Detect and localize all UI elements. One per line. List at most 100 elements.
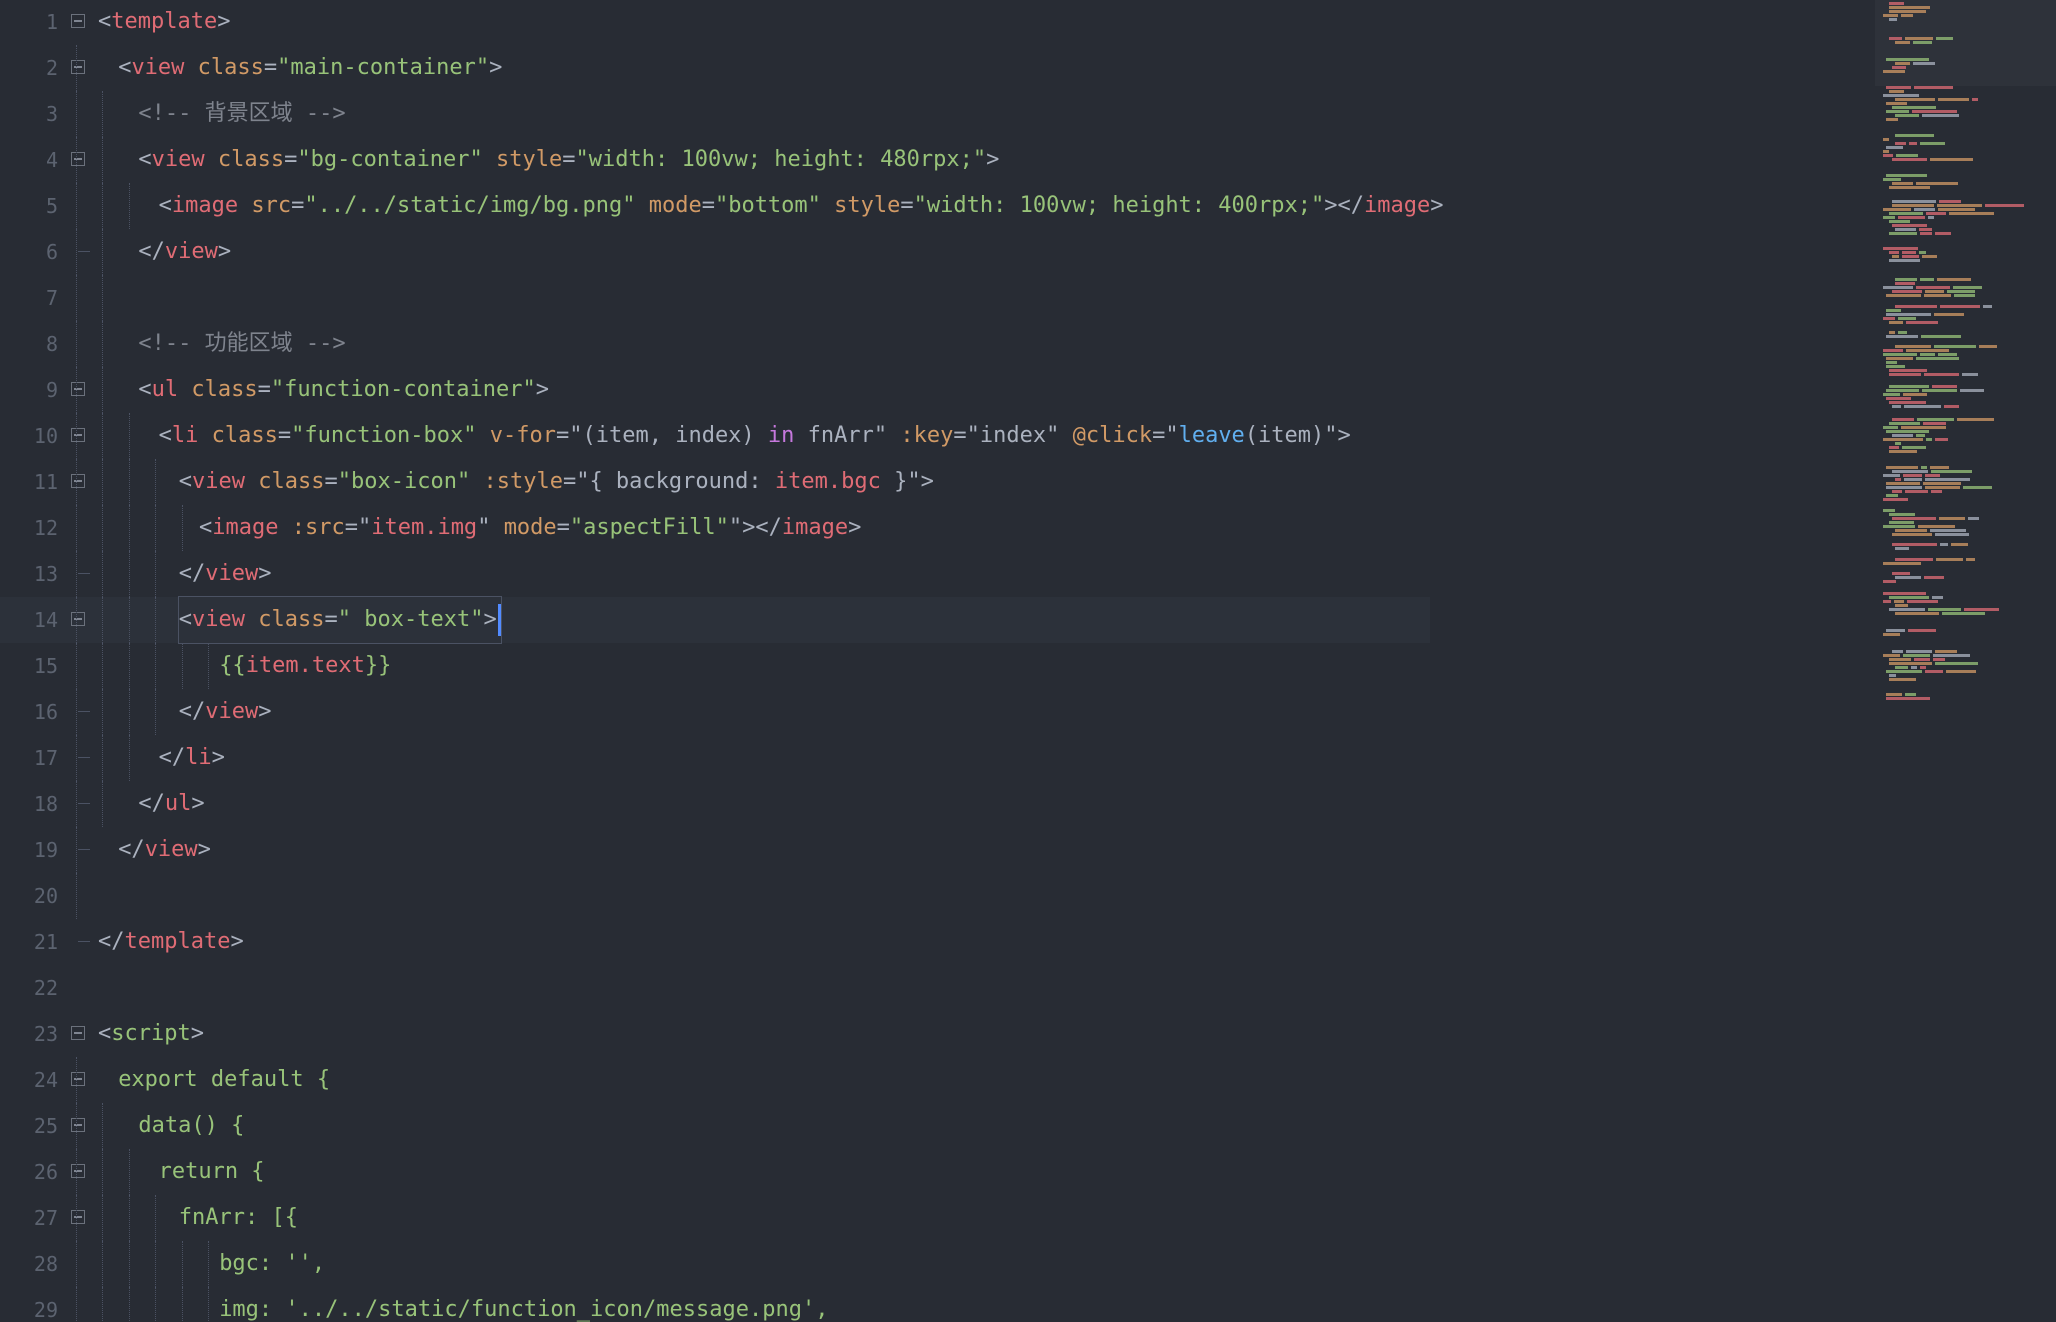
code-token: export default {: [118, 1067, 331, 1092]
code-token: =: [900, 193, 914, 218]
minimap-line: [1944, 405, 1959, 408]
line-number: 4: [45, 148, 58, 172]
line-number: 29: [33, 1298, 58, 1322]
code-token: ul: [151, 377, 179, 402]
code-line[interactable]: 22: [0, 965, 1875, 1011]
minimap-line: [1886, 313, 1931, 316]
code-token: <: [178, 469, 193, 494]
code-line[interactable]: 21 </template>: [0, 919, 1875, 965]
minimap-line: [1883, 178, 1901, 181]
minimap-line: [1892, 533, 1932, 536]
code-line[interactable]: 20: [0, 873, 1875, 919]
code-line[interactable]: 1 <template>: [0, 0, 1875, 45]
indent-guide: [208, 643, 209, 689]
code-line[interactable]: 26 return {: [0, 1149, 1875, 1195]
minimap-line: [1886, 430, 1929, 433]
code-line[interactable]: 19 </view>: [0, 827, 1875, 873]
code-token: >: [191, 791, 205, 816]
code-token: =: [257, 377, 271, 402]
fold-toggle-icon[interactable]: [71, 382, 85, 396]
fold-toggle-icon[interactable]: [71, 152, 85, 166]
code-line[interactable]: 8 <!-- 功能区域 -->: [0, 321, 1875, 367]
code-line[interactable]: 14 <view class=" box-text">: [0, 596, 1430, 644]
code-line[interactable]: 18 </ul>: [0, 781, 1875, 827]
code-line[interactable]: 5 <image src="../../static/img/bg.png" mo…: [0, 183, 1875, 229]
code-line[interactable]: 11 <view class="box-icon" :style="{ backg…: [0, 459, 1875, 505]
fold-toggle-icon[interactable]: [71, 1210, 85, 1224]
code-line[interactable]: 7: [0, 275, 1875, 321]
minimap-line: [1920, 142, 1945, 145]
minimap-line: [1935, 650, 1957, 653]
minimap-line: [1886, 110, 1909, 113]
minimap-line: [1924, 576, 1944, 579]
code-editor[interactable]: 1 <template> 2 <view class="main-container"…: [0, 0, 1875, 1322]
minimap-line: [1889, 373, 1921, 376]
code-token: image: [781, 515, 849, 540]
indent-guide: [155, 551, 157, 597]
minimap-line: [1886, 102, 1907, 105]
fold-toggle-icon[interactable]: [71, 1026, 85, 1040]
code-line[interactable]: 28 bgc: '',: [0, 1241, 1875, 1287]
line-number: 13: [33, 562, 58, 586]
minimap-line: [1914, 86, 1953, 89]
code-line[interactable]: 17 </li>: [0, 735, 1875, 781]
code-line[interactable]: 25 data() {: [0, 1103, 1875, 1149]
code-token: "../../static/img/bg.png": [304, 193, 636, 218]
code-line[interactable]: 23 <script>: [0, 1011, 1875, 1057]
fold-toggle-icon[interactable]: [71, 1118, 85, 1132]
indent-guide: [128, 1241, 130, 1287]
minimap-line: [1892, 490, 1902, 493]
indent-guide: [155, 597, 157, 643]
indent-guide: [128, 183, 130, 229]
code-line[interactable]: 10 <li class="function-box" v-for="(item,…: [0, 413, 1875, 459]
code-line[interactable]: 12 <image :src="item.img" mode="aspectFil…: [0, 505, 1875, 551]
code-token: =": [344, 515, 372, 540]
code-line[interactable]: 29 img: '../../static/function_icon/messa…: [0, 1287, 1875, 1322]
code-token: data() {: [138, 1113, 245, 1138]
code-line[interactable]: 15 {{item.text}}: [0, 643, 1875, 689]
fold-toggle-icon[interactable]: [71, 612, 85, 626]
code-line[interactable]: 16 </view>: [0, 689, 1875, 735]
code-token: fnArr": [794, 423, 901, 448]
minimap-line: [1895, 547, 1909, 550]
code-token: :src: [291, 515, 345, 540]
minimap-line: [1907, 600, 1938, 603]
code-token: >: [986, 147, 1000, 172]
code-line[interactable]: 6 </view>: [0, 229, 1875, 275]
code-token: </: [158, 745, 186, 770]
indent-guide: [102, 183, 104, 229]
fold-toggle-icon[interactable]: [71, 1164, 85, 1178]
code-token: </: [138, 239, 165, 264]
fold-toggle-icon[interactable]: [71, 474, 85, 488]
fold-toggle-icon[interactable]: [71, 60, 85, 74]
code-token: item.bgc: [774, 469, 881, 494]
code-token: view: [144, 837, 198, 862]
code-line[interactable]: 24 export default {: [0, 1057, 1875, 1103]
fold-toggle-icon[interactable]: [71, 14, 85, 28]
indent-guide: [76, 321, 77, 367]
code-token: </: [178, 561, 206, 586]
indent-guide: [76, 827, 77, 873]
fold-toggle-icon[interactable]: [71, 428, 85, 442]
indent-guide: [128, 551, 130, 597]
code-token: >: [1430, 193, 1444, 218]
code-text: </view>: [179, 551, 272, 597]
minimap-line: [1883, 317, 1895, 320]
code-token: =: [324, 607, 338, 632]
minimap[interactable]: [1875, 0, 2056, 1322]
minimap-line: [1916, 434, 1925, 437]
code-token: <: [118, 55, 132, 80]
indent-guide: [76, 459, 77, 505]
code-token: ul: [164, 791, 192, 816]
fold-toggle-icon[interactable]: [71, 1072, 85, 1086]
indent-guide: [128, 1149, 130, 1195]
minimap-line: [1966, 558, 1975, 561]
code-line[interactable]: 13 </view>: [0, 551, 1875, 597]
code-line[interactable]: 2 <view class="main-container">: [0, 45, 1875, 91]
code-line[interactable]: 27 fnArr: [{: [0, 1195, 1875, 1241]
code-line[interactable]: 4 <view class="bg-container" style="width…: [0, 137, 1875, 183]
minimap-line: [1895, 305, 1937, 308]
code-line[interactable]: 3 <!-- 背景区域 -->: [0, 91, 1875, 137]
minimap-line: [1901, 14, 1913, 17]
code-line[interactable]: 9 <ul class="function-container">: [0, 367, 1875, 413]
